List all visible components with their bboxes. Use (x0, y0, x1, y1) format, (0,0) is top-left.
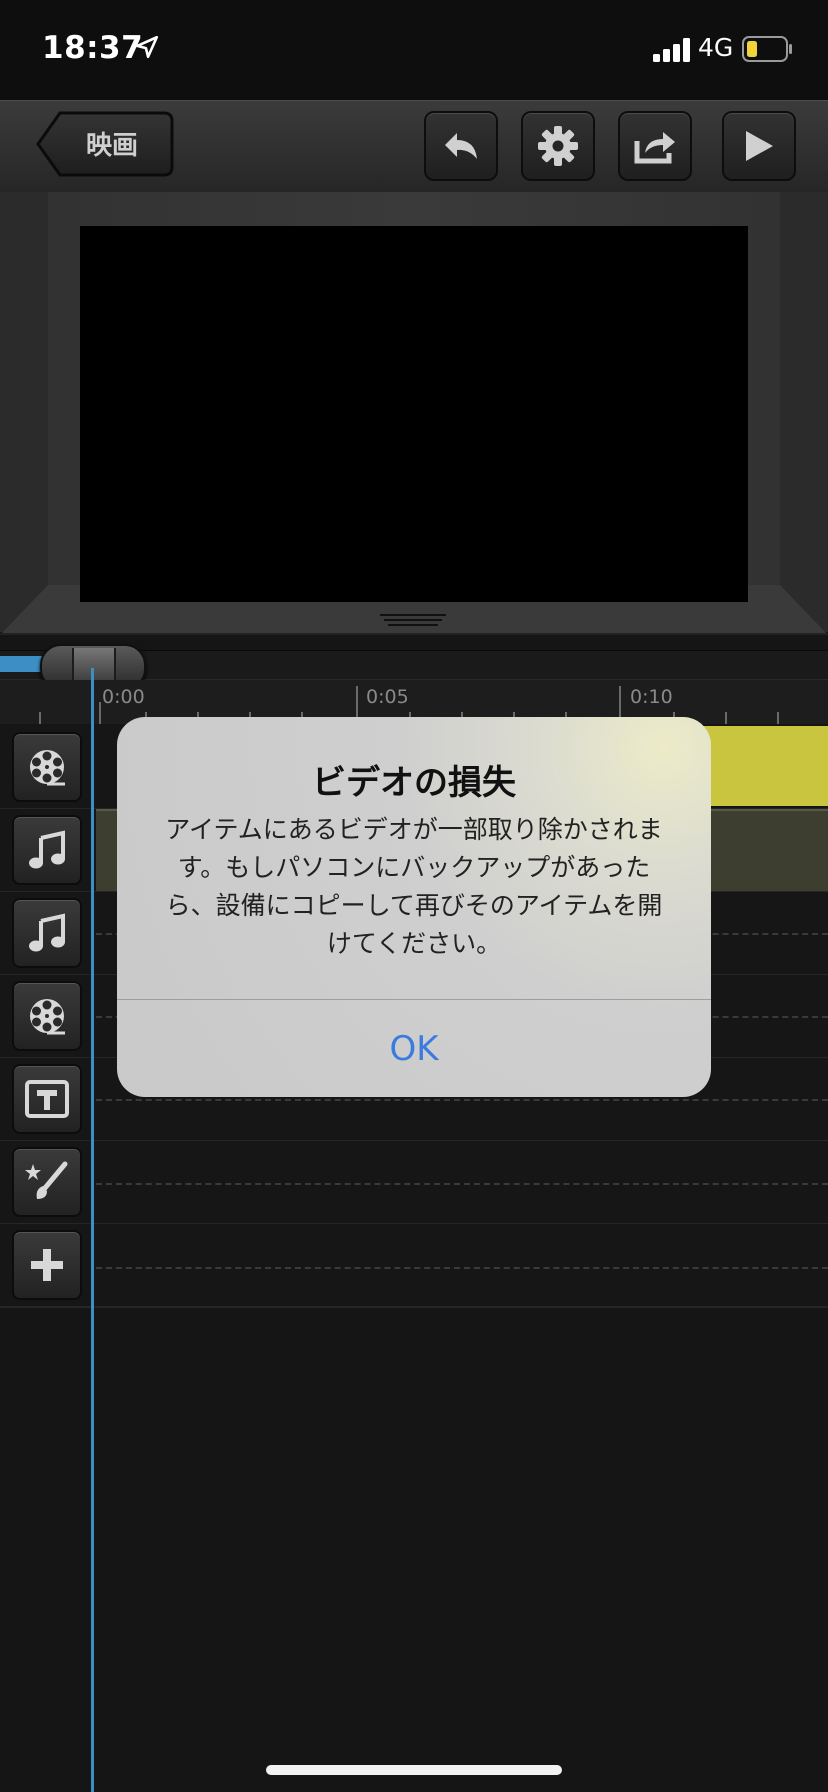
undo-button[interactable] (424, 111, 498, 181)
add-video-overlay-button[interactable] (12, 981, 82, 1051)
alert-message: アイテムにあるビデオが一部取り除かされます。もしパソコンにバックアップがあったら… (165, 815, 663, 958)
film-reel-icon (30, 999, 65, 1035)
add-sound-button[interactable] (12, 898, 82, 968)
back-button-label: 映画 (86, 131, 139, 161)
play-button[interactable] (722, 111, 796, 181)
scrubber-handle-grip (72, 648, 116, 684)
alert-ok-button[interactable]: OK (117, 1000, 711, 1097)
text-icon (25, 1080, 69, 1118)
signal-icon (653, 38, 690, 62)
ruler-label-10: 0:10 (630, 686, 673, 708)
battery-icon (742, 36, 792, 62)
add-video-button[interactable] (12, 732, 82, 802)
effects-icon (25, 1161, 68, 1199)
ruler-label-5: 0:05 (366, 686, 409, 708)
alert-dialog: ビデオの損失 アイテムにあるビデオが一部取り除かされます。もしパソコンにバックア… (117, 717, 711, 1097)
preview-resize-handle[interactable] (378, 611, 448, 629)
add-text-button[interactable] (12, 1064, 82, 1134)
track-placeholder (96, 1267, 828, 1269)
track-placeholder (96, 1183, 828, 1185)
undo-icon (445, 133, 477, 159)
plus-icon (31, 1249, 63, 1281)
network-type: 4G (698, 33, 734, 62)
home-indicator[interactable] (266, 1765, 562, 1775)
alert-title: ビデオの損失 (312, 763, 516, 803)
back-button[interactable]: 映画 (36, 111, 174, 177)
add-track-button[interactable] (12, 1230, 82, 1300)
video-preview[interactable] (80, 226, 748, 602)
gear-icon (538, 126, 578, 166)
add-effects-button[interactable] (12, 1147, 82, 1217)
add-music-button[interactable] (12, 815, 82, 885)
music-note-icon (29, 913, 65, 952)
status-time: 18:37 (42, 30, 144, 66)
play-icon (746, 131, 773, 161)
track-placeholder (96, 1099, 828, 1101)
share-button[interactable] (618, 111, 692, 181)
video-clip[interactable] (700, 726, 828, 806)
settings-button[interactable] (521, 111, 595, 181)
location-arrow-icon (135, 35, 159, 59)
film-reel-icon (30, 750, 65, 786)
track-add[interactable] (0, 1224, 828, 1308)
music-note-icon (29, 830, 65, 869)
ruler-label-0: 0:00 (102, 686, 145, 708)
share-icon (634, 132, 675, 164)
playhead[interactable] (91, 668, 94, 1792)
